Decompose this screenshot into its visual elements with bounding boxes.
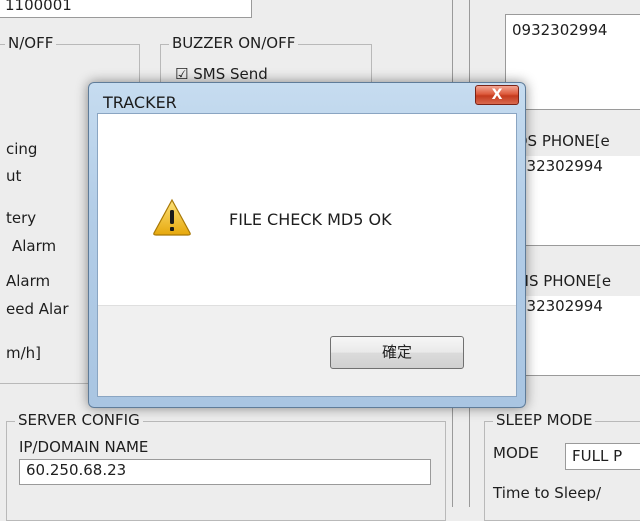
sms-send-label: SMS Send xyxy=(193,65,268,83)
ip-domain-input[interactable]: 60.250.68.23 xyxy=(19,459,431,485)
on-off-legend: N/OFF xyxy=(5,34,57,52)
dialog-message: FILE CHECK MD5 OK xyxy=(229,210,392,229)
tracker-dialog: TRACKER X FILE CHECK MD5 OK 確定 xyxy=(88,82,526,408)
sms-send-checkbox[interactable]: ☑ SMS Send xyxy=(175,65,268,83)
sleep-mode-legend: SLEEP MODE xyxy=(493,411,596,429)
dialog-footer: 確定 xyxy=(98,305,516,396)
ok-button[interactable]: 確定 xyxy=(330,336,464,369)
warning-icon xyxy=(153,198,191,236)
left-label: tery xyxy=(6,209,37,227)
left-label: eed Alar xyxy=(6,300,69,318)
sos-phone-label: DS PHONE[e xyxy=(516,132,610,150)
left-label: Alarm xyxy=(12,237,57,255)
checkbox-icon: ☑ xyxy=(175,65,189,83)
mode-label: MODE xyxy=(493,444,539,462)
buzzer-legend: BUZZER ON/OFF xyxy=(169,34,299,52)
close-icon: X xyxy=(491,87,503,103)
left-label: m/h] xyxy=(6,344,42,362)
dialog-title: TRACKER xyxy=(103,93,177,112)
left-label: ut xyxy=(6,167,22,185)
close-button[interactable]: X xyxy=(475,85,519,105)
left-label: cing xyxy=(6,140,38,158)
mode-select[interactable]: FULL P xyxy=(565,443,640,470)
ip-domain-label: IP/DOMAIN NAME xyxy=(19,438,149,456)
dialog-body: FILE CHECK MD5 OK 確定 xyxy=(97,113,517,397)
top-field[interactable]: 1100001 xyxy=(0,0,252,18)
time-to-sleep-label: Time to Sleep/ xyxy=(493,484,602,502)
server-config-group: SERVER CONFIG IP/DOMAIN NAME 60.250.68.2… xyxy=(6,411,446,521)
sms-phone-label: MS PHONE[e xyxy=(516,272,612,290)
sleep-mode-group: SLEEP MODE MODE FULL P Time to Sleep/ xyxy=(484,411,640,521)
left-label: Alarm xyxy=(6,272,51,290)
server-config-legend: SERVER CONFIG xyxy=(15,411,143,429)
